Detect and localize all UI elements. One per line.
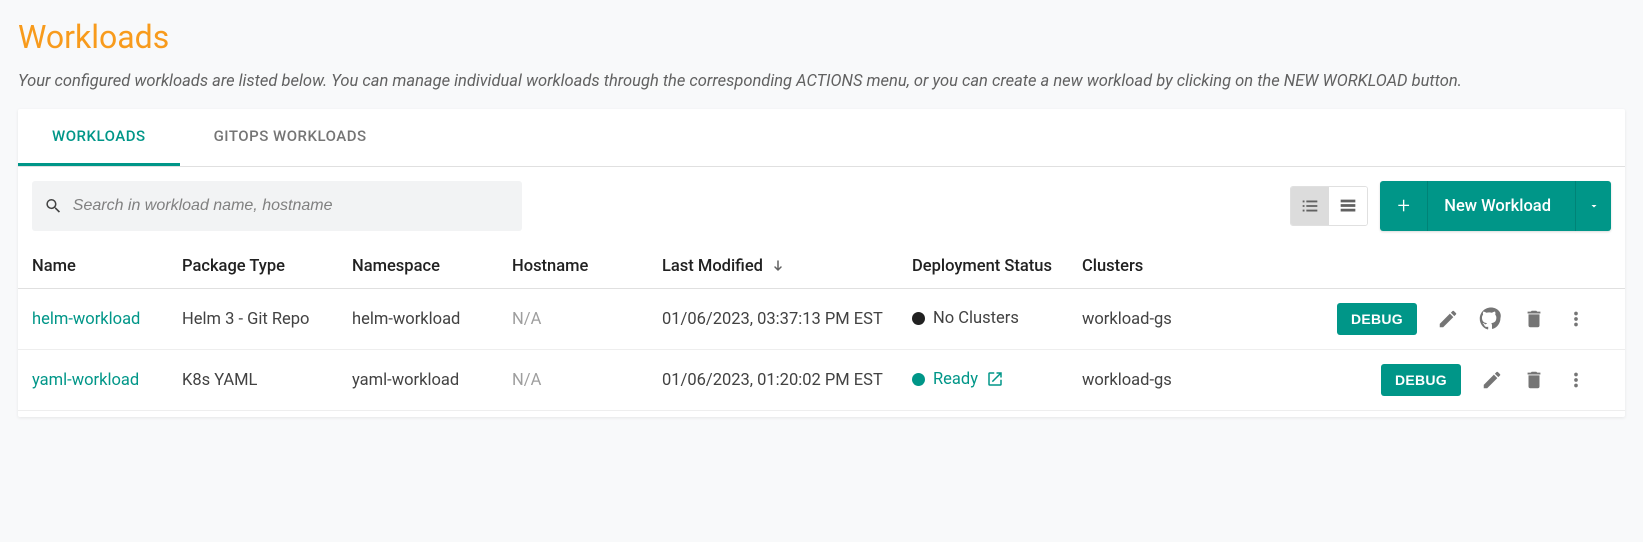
caret-down-icon [1588,200,1600,212]
new-workload-label: New Workload [1428,197,1575,216]
th-namespace[interactable]: Namespace [338,245,498,289]
status-dot-icon [912,312,925,325]
status-dot-icon [912,373,925,386]
more-vert-icon[interactable] [1565,308,1587,330]
edit-icon[interactable] [1481,369,1503,391]
th-last-modified-label: Last Modified [662,257,763,276]
table-row: helm-workload Helm 3 - Git Repo helm-wor… [18,289,1625,350]
workloads-table: Name Package Type Namespace Hostname Las… [18,245,1625,411]
edit-icon[interactable] [1437,308,1459,330]
th-last-modified[interactable]: Last Modified [648,245,898,289]
search-wrap [32,181,522,231]
workload-name-link[interactable]: yaml-workload [32,371,139,390]
new-workload-button[interactable]: + New Workload [1380,181,1611,231]
cell-namespace: helm-workload [338,289,498,350]
cell-hostname: N/A [512,310,541,329]
search-input[interactable] [73,197,510,215]
delete-icon[interactable] [1523,369,1545,391]
page-title: Workloads [0,0,1643,62]
status-badge: No Clusters [912,309,1019,328]
debug-button[interactable]: DEBUG [1337,303,1417,335]
status-text: No Clusters [933,309,1019,328]
grid-icon [1337,195,1359,217]
view-list-button[interactable] [1291,187,1329,225]
search-icon [44,196,63,216]
cell-last-modified: 01/06/2023, 03:37:13 PM EST [648,289,898,350]
open-external-icon[interactable] [986,370,1004,388]
tab-gitops-workloads[interactable]: GITOPS WORKLOADS [180,109,401,166]
status-text: Ready [933,370,978,389]
debug-button[interactable]: DEBUG [1381,364,1461,396]
sort-down-icon [769,258,787,276]
cell-clusters: workload-gs [1068,350,1208,411]
list-icon [1299,195,1321,217]
cell-hostname: N/A [512,371,541,390]
status-badge[interactable]: Ready [912,370,1004,389]
cell-last-modified: 01/06/2023, 01:20:02 PM EST [648,350,898,411]
tabs: WORKLOADS GITOPS WORKLOADS [18,109,1625,167]
th-package-type[interactable]: Package Type [168,245,338,289]
cell-package-type: Helm 3 - Git Repo [168,289,338,350]
github-icon[interactable] [1479,307,1503,331]
th-actions [1208,245,1625,289]
workload-name-link[interactable]: helm-workload [32,310,140,329]
more-vert-icon[interactable] [1565,369,1587,391]
tab-workloads[interactable]: WORKLOADS [18,109,180,166]
th-hostname[interactable]: Hostname [498,245,648,289]
th-clusters[interactable]: Clusters [1068,245,1208,289]
plus-icon: + [1380,181,1428,231]
view-toggle [1290,186,1368,226]
table-row: yaml-workload K8s YAML yaml-workload N/A… [18,350,1625,411]
new-workload-dropdown[interactable] [1575,181,1611,231]
workloads-card: WORKLOADS GITOPS WORKLOADS + New Workloa… [18,109,1625,417]
th-deployment-status[interactable]: Deployment Status [898,245,1068,289]
page-description: Your configured workloads are listed bel… [0,62,1643,109]
th-name[interactable]: Name [18,245,168,289]
view-grid-button[interactable] [1329,187,1367,225]
delete-icon[interactable] [1523,308,1545,330]
toolbar: + New Workload [18,167,1625,245]
cell-namespace: yaml-workload [338,350,498,411]
cell-clusters: workload-gs [1068,289,1208,350]
cell-package-type: K8s YAML [168,350,338,411]
